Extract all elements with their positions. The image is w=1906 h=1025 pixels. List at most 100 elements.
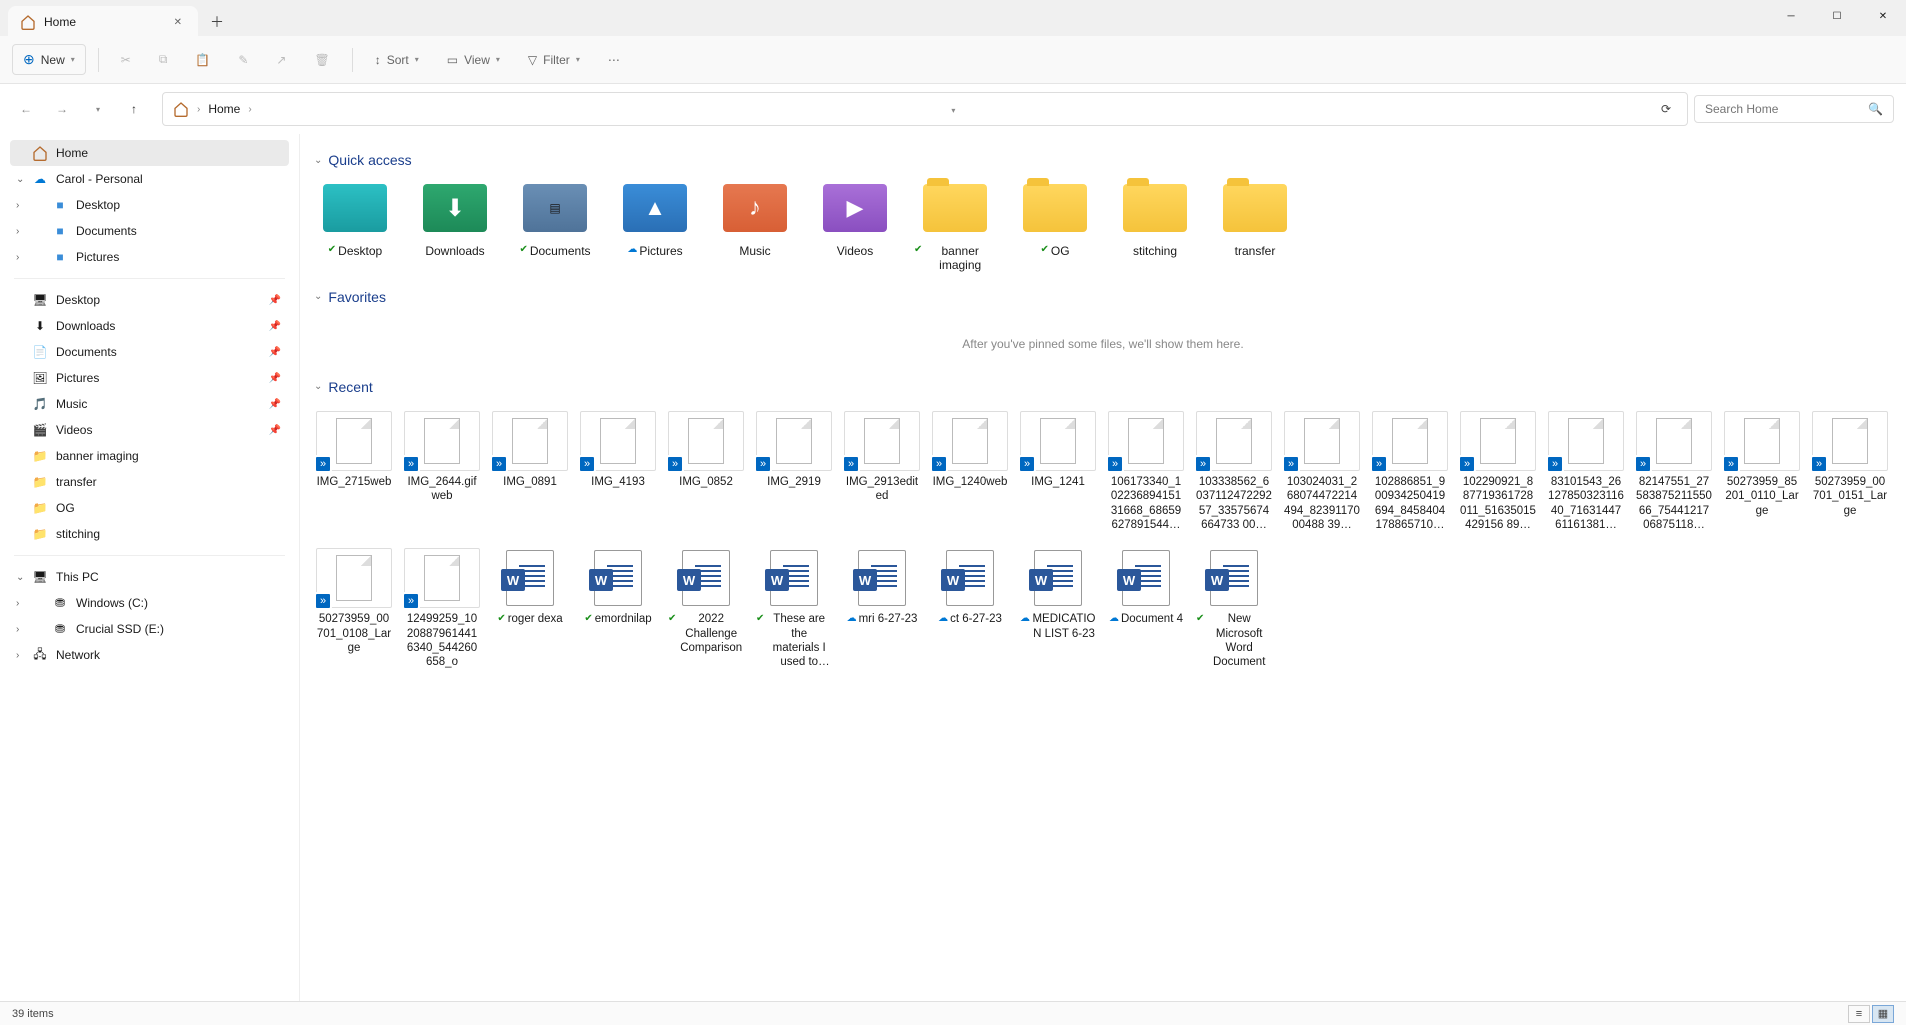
sidebar-item-home[interactable]: Home: [10, 140, 289, 166]
quick-access-transfer[interactable]: transfer: [1214, 180, 1296, 273]
paste-button[interactable]: 📋: [185, 47, 220, 73]
recent-file[interactable]: ☁MEDICATION LIST 6-23: [1018, 544, 1098, 674]
recent-file[interactable]: ✔2022 Challenge Comparison: [666, 544, 746, 674]
chevron-right-icon[interactable]: ›: [16, 226, 19, 237]
sidebar-item-desktop[interactable]: 🖥Desktop📌: [10, 287, 289, 313]
recent-file[interactable]: »50273959_00701_0108_Large: [314, 544, 394, 674]
recent-file[interactable]: ✔These are the materials I used to make …: [754, 544, 834, 674]
back-button[interactable]: ←: [12, 95, 40, 123]
recent-file[interactable]: »IMG_0852: [666, 407, 746, 537]
search-input[interactable]: [1705, 102, 1860, 116]
refresh-button[interactable]: ⟳: [1655, 98, 1677, 120]
search-box[interactable]: 🔍: [1694, 95, 1894, 123]
sort-button[interactable]: ↕ Sort ▾: [365, 47, 429, 73]
sidebar-item-transfer[interactable]: 📁transfer: [10, 469, 289, 495]
recent-file[interactable]: »50273959_00701_0151_Large: [1810, 407, 1890, 537]
close-window-button[interactable]: ✕: [1860, 0, 1906, 32]
sidebar-item-drive[interactable]: ›⛃Windows (C:): [10, 590, 289, 616]
recent-locations-button[interactable]: ▾: [84, 95, 112, 123]
recent-file[interactable]: »83101543_2612785032311640_7163144761161…: [1546, 407, 1626, 537]
section-favorites[interactable]: ⌄ Favorites: [314, 289, 1892, 305]
sidebar-item-documents[interactable]: ›■Documents: [10, 218, 289, 244]
quick-access-banner-imaging[interactable]: ✔banner imaging: [914, 180, 996, 273]
sidebar-item-banner-imaging[interactable]: 📁banner imaging: [10, 443, 289, 469]
sidebar-item-documents[interactable]: 📄Documents📌: [10, 339, 289, 365]
sidebar-item-downloads[interactable]: ⬇Downloads📌: [10, 313, 289, 339]
forward-button[interactable]: →: [48, 95, 76, 123]
recent-file[interactable]: »50273959_85201_0110_Large: [1722, 407, 1802, 537]
sidebar-item-og[interactable]: 📁OG: [10, 495, 289, 521]
recent-file[interactable]: »103024031_268074472214494_8239117000488…: [1282, 407, 1362, 537]
recent-file[interactable]: »IMG_2919: [754, 407, 834, 537]
new-button[interactable]: ⊕ New ▾: [12, 44, 86, 75]
quick-access-videos[interactable]: ▶Videos: [814, 180, 896, 273]
recent-file[interactable]: ✔emordnilap: [578, 544, 658, 674]
recent-file[interactable]: »IMG_4193: [578, 407, 658, 537]
sidebar-item-pictures[interactable]: ›■Pictures: [10, 244, 289, 270]
copy-button[interactable]: ⧉: [149, 46, 178, 73]
chevron-right-icon[interactable]: ›: [16, 650, 19, 661]
recent-file[interactable]: »IMG_2715web: [314, 407, 394, 537]
recent-file[interactable]: »102290921_887719361728011_5163501542915…: [1458, 407, 1538, 537]
recent-file[interactable]: »IMG_0891: [490, 407, 570, 537]
recent-file[interactable]: »82147551_2758387521155066_7544121706875…: [1634, 407, 1714, 537]
thumbnails-view-button[interactable]: ▦: [1872, 1005, 1894, 1023]
new-tab-button[interactable]: ＋: [198, 4, 236, 40]
recent-file[interactable]: »IMG_1241: [1018, 407, 1098, 537]
recent-file[interactable]: »103338562_603711247229257_3357567466473…: [1194, 407, 1274, 537]
breadcrumb-home[interactable]: Home: [208, 102, 240, 116]
minimize-button[interactable]: ─: [1768, 0, 1814, 32]
chevron-right-icon[interactable]: ›: [16, 252, 19, 263]
recent-file[interactable]: ✔New Microsoft Word Document: [1194, 544, 1274, 674]
chevron-right-icon[interactable]: ›: [16, 200, 19, 211]
quick-access-desktop[interactable]: ✔Desktop: [314, 180, 396, 273]
tab-close-button[interactable]: ✕: [170, 15, 186, 30]
share-button[interactable]: ↗: [266, 47, 296, 73]
recent-file[interactable]: ☁Document 4: [1106, 544, 1186, 674]
view-button[interactable]: ▭ View ▾: [437, 47, 510, 73]
rename-button[interactable]: ✎: [228, 47, 258, 73]
filter-button[interactable]: ▽ Filter ▾: [518, 47, 590, 73]
maximize-button[interactable]: ☐: [1814, 0, 1860, 32]
quick-access-og[interactable]: ✔OG: [1014, 180, 1096, 273]
recent-file[interactable]: »IMG_2644.gifweb: [402, 407, 482, 537]
delete-button[interactable]: 🗑: [304, 47, 339, 73]
recent-file[interactable]: ☁ct 6-27-23: [930, 544, 1010, 674]
quick-access-documents[interactable]: ▤✔Documents: [514, 180, 596, 273]
recent-file[interactable]: »IMG_2913edited: [842, 407, 922, 537]
recent-file[interactable]: ☁mri 6-27-23: [842, 544, 922, 674]
sidebar-item-stitching[interactable]: 📁stitching: [10, 521, 289, 547]
tab-home[interactable]: Home ✕: [8, 6, 198, 38]
sidebar-item-personal[interactable]: ⌄ ☁ Carol - Personal: [10, 166, 289, 192]
chevron-down-icon[interactable]: ⌄: [16, 174, 24, 185]
up-button[interactable]: ↑: [120, 95, 148, 123]
section-recent[interactable]: ⌄ Recent: [314, 379, 1892, 395]
sidebar-item-thispc[interactable]: ⌄ 🖥 This PC: [10, 564, 289, 590]
quick-access-music[interactable]: ♪Music: [714, 180, 796, 273]
search-icon[interactable]: 🔍: [1868, 102, 1883, 116]
address-bar[interactable]: › Home › ▾ ⟳: [162, 92, 1688, 126]
arrow-badge-icon: »: [1546, 455, 1564, 473]
recent-file[interactable]: ✔roger dexa: [490, 544, 570, 674]
quick-access-pictures[interactable]: ▲☁Pictures: [614, 180, 696, 273]
recent-file[interactable]: »106173340_10223689415131668_68659627891…: [1106, 407, 1186, 537]
sidebar-item-pictures[interactable]: 🖼Pictures📌: [10, 365, 289, 391]
cut-button[interactable]: ✂: [111, 47, 141, 73]
more-button[interactable]: ⋯: [598, 47, 630, 73]
chevron-down-icon[interactable]: ⌄: [16, 572, 24, 583]
sidebar-item-music[interactable]: 🎵Music📌: [10, 391, 289, 417]
address-dropdown[interactable]: ▾: [945, 98, 961, 120]
section-quick-access[interactable]: ⌄ Quick access: [314, 152, 1892, 168]
quick-access-downloads[interactable]: ⬇Downloads: [414, 180, 496, 273]
recent-file[interactable]: »102886851_900934250419694_8458404178865…: [1370, 407, 1450, 537]
sidebar-item-videos[interactable]: 🎬Videos📌: [10, 417, 289, 443]
sidebar-item-network[interactable]: › 🖧 Network: [10, 642, 289, 668]
sidebar-item-drive[interactable]: ›⛃Crucial SSD (E:): [10, 616, 289, 642]
chevron-right-icon[interactable]: ›: [16, 624, 19, 635]
recent-file[interactable]: »12499259_1020887961441 6340_544260658_o: [402, 544, 482, 674]
details-view-button[interactable]: ≡: [1848, 1005, 1870, 1023]
recent-file[interactable]: »IMG_1240web: [930, 407, 1010, 537]
quick-access-stitching[interactable]: stitching: [1114, 180, 1196, 273]
sidebar-item-desktop[interactable]: ›■Desktop: [10, 192, 289, 218]
chevron-right-icon[interactable]: ›: [16, 598, 19, 609]
